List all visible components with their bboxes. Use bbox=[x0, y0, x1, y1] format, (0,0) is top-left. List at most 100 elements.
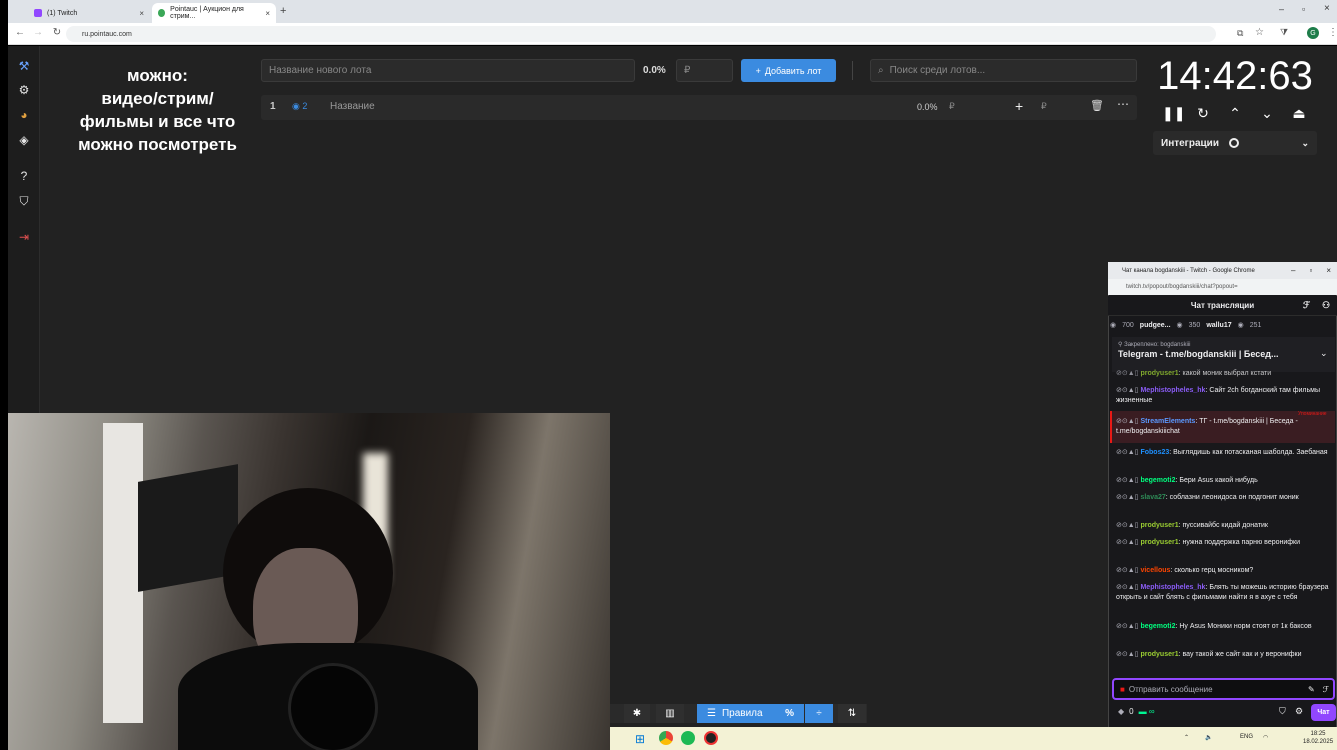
chat-user[interactable]: prodyuser1 bbox=[1140, 522, 1178, 529]
delete-trash-icon[interactable]: 🗑 bbox=[1090, 99, 1104, 112]
shield-icon[interactable]: ⛉ bbox=[1279, 706, 1286, 717]
chat-user[interactable]: slava27 bbox=[1140, 494, 1165, 501]
eject-up-icon[interactable]: ⏏ bbox=[1290, 105, 1308, 123]
sort-icon[interactable]: ⇅ bbox=[838, 704, 866, 723]
obs-icon[interactable] bbox=[704, 731, 718, 745]
chat-window-title-text: Чат канала bogdanskiii - Twitch - Google… bbox=[1122, 267, 1255, 274]
tray-chevron-icon[interactable]: ⌃ bbox=[1184, 734, 1189, 741]
currency-icon[interactable]: ₽ bbox=[1041, 101, 1047, 112]
chat-user[interactable]: begemoti2 bbox=[1140, 477, 1175, 484]
close-window-icon[interactable]: × bbox=[1324, 3, 1330, 14]
more-options-icon[interactable]: ⋯ bbox=[1117, 97, 1129, 111]
chat-input[interactable]: ■ Отправить сообщение ✎ ℱ bbox=[1112, 678, 1335, 700]
chevron-down-icon[interactable]: ⌄ bbox=[1301, 138, 1309, 149]
volume-icon[interactable]: 🔈 bbox=[1205, 734, 1212, 741]
maximize-icon[interactable]: ▫ bbox=[1302, 4, 1305, 14]
lot-name-input[interactable]: Название нового лота bbox=[261, 59, 635, 82]
chat-user[interactable]: prodyuser1 bbox=[1140, 539, 1178, 546]
gear-icon[interactable]: ⚙ bbox=[1295, 706, 1303, 717]
profile-avatar[interactable]: G bbox=[1307, 27, 1319, 39]
bug-icon[interactable]: ✱ bbox=[624, 704, 650, 723]
forward-icon[interactable]: → bbox=[31, 27, 45, 38]
mod-icons: ⊘⊙▲▯ bbox=[1116, 494, 1141, 501]
chat-user[interactable]: vicellous bbox=[1140, 567, 1170, 574]
chat-user[interactable]: Mephistopheles_hk bbox=[1140, 584, 1205, 591]
settings-gear-icon[interactable]: ⚙ bbox=[16, 82, 32, 98]
chat-user[interactable]: begemoti2 bbox=[1140, 623, 1175, 630]
logout-icon[interactable]: ⇥ bbox=[16, 229, 32, 245]
emote-icon[interactable]: ✎ bbox=[1308, 685, 1315, 694]
chat-text: нужна поддержка парню веронифки bbox=[1182, 539, 1301, 546]
windows-start-icon[interactable]: ⊞ bbox=[635, 732, 645, 746]
add-lot-button[interactable]: + Добавить лот bbox=[741, 59, 836, 82]
translate-icon[interactable]: ⧉ bbox=[1237, 28, 1243, 39]
channel-points[interactable]: ◆ 0 ▬ ∞ bbox=[1118, 707, 1155, 716]
chevron-down-icon[interactable]: ⌄ bbox=[1258, 105, 1276, 123]
pinned-label: Закреплено: bbox=[1124, 342, 1159, 348]
minimize-icon[interactable]: – bbox=[1291, 266, 1295, 275]
chat-header: Чат трансляции ℱ ⚇ bbox=[1108, 296, 1337, 316]
chrome-icon[interactable] bbox=[659, 731, 673, 745]
chat-user[interactable]: prodyuser1 bbox=[1140, 370, 1178, 377]
help-question-icon[interactable]: ? bbox=[16, 168, 32, 184]
points-value: 0 bbox=[1129, 707, 1134, 716]
chat-user[interactable]: StreamElements bbox=[1140, 418, 1195, 425]
chat-user[interactable]: Mephistopheles_hk bbox=[1140, 387, 1205, 394]
infinity-icon: ▬ ∞ bbox=[1138, 707, 1155, 716]
browser-menu-icon[interactable]: ⋮ bbox=[1328, 27, 1337, 38]
add-amount-icon[interactable]: + bbox=[1015, 98, 1023, 114]
chat-send-button[interactable]: Чат bbox=[1311, 704, 1336, 721]
search-icon: ⌕ bbox=[878, 65, 884, 76]
viewer-count: 251 bbox=[1249, 321, 1262, 329]
lot-search-input[interactable]: ⌕ Поиск среди лотов... bbox=[870, 59, 1137, 82]
wifi-icon[interactable]: ◠ bbox=[1263, 734, 1268, 741]
chat-user[interactable]: Fobos23 bbox=[1140, 449, 1169, 456]
pause-icon[interactable]: ❚❚ bbox=[1162, 105, 1185, 123]
language-indicator[interactable]: ENG bbox=[1240, 734, 1253, 740]
close-tab-icon[interactable]: × bbox=[265, 9, 270, 18]
sidebar: ⚒ ⚙ ◕ ◈ ? ⛉ ⇥ bbox=[8, 46, 40, 416]
lot-name[interactable]: Название bbox=[330, 101, 375, 112]
spotify-icon[interactable] bbox=[681, 731, 695, 745]
divide-icon[interactable]: ÷ bbox=[805, 704, 833, 723]
chat-header-title: Чат трансляции bbox=[1190, 301, 1255, 310]
close-icon[interactable]: × bbox=[1326, 266, 1331, 275]
close-tab-icon[interactable]: × bbox=[139, 9, 144, 18]
extensions-icon[interactable]: ⧩ bbox=[1280, 27, 1288, 38]
bits-icon[interactable]: ℱ bbox=[1323, 685, 1329, 694]
chat-message: ⊘⊙▲▯ begemoti2: Ну Asus Моники норм стоя… bbox=[1116, 623, 1312, 630]
chevron-up-icon[interactable]: ⌃ bbox=[1226, 105, 1244, 123]
pinned-text: Telegram - t.me/bogdanskiii | Бесед... bbox=[1118, 349, 1279, 359]
reset-icon[interactable]: ↻ bbox=[1194, 105, 1212, 123]
auction-hammer-icon[interactable]: ⚒ bbox=[16, 58, 32, 74]
back-icon[interactable]: ← bbox=[13, 27, 27, 38]
chat-url[interactable]: twitch.tv/popout/bogdanskiii/chat?popout… bbox=[1108, 279, 1337, 295]
translate-icon[interactable]: ℱ bbox=[1303, 300, 1310, 311]
shield-check-icon[interactable]: ⛉ bbox=[16, 193, 32, 209]
users-icon[interactable]: ⚇ bbox=[1322, 300, 1330, 311]
toggle-icon[interactable] bbox=[1228, 138, 1239, 148]
rules-button[interactable]: ☰ Правила % bbox=[697, 704, 804, 723]
lot-amount-input[interactable]: ₽ bbox=[676, 59, 733, 82]
url-field[interactable]: ru.pointauc.com bbox=[66, 26, 1216, 42]
new-tab-icon[interactable]: + bbox=[280, 5, 286, 17]
tab-twitch[interactable]: (1) Twitch × bbox=[28, 3, 150, 23]
chat-user[interactable]: prodyuser1 bbox=[1140, 651, 1178, 658]
pinned-message[interactable]: ⚲ Закреплено: bogdanskiii Telegram - t.m… bbox=[1112, 337, 1335, 372]
percent-icon[interactable]: % bbox=[785, 708, 794, 719]
maximize-icon[interactable]: ▫ bbox=[1309, 266, 1312, 275]
layers-icon[interactable]: ◈ bbox=[16, 132, 32, 148]
bookmark-star-icon[interactable]: ☆ bbox=[1255, 27, 1264, 38]
chat-message: ⊘⊙▲▯ Fobos23: Выглядишь как потасканая ш… bbox=[1116, 449, 1328, 456]
chat-viewer-stats: ◉ 700 pudgee... ◉ 350 wallu17 ◉ 251 bbox=[1110, 318, 1335, 332]
tab-pointauc[interactable]: Pointauc | Аукцион для стрим... × bbox=[152, 3, 276, 23]
chat-message: ⊘⊙▲▯ prodyuser1: какой моник выбрал кста… bbox=[1116, 370, 1272, 377]
clock[interactable]: 18:25 18.02.2025 bbox=[1303, 730, 1333, 746]
wheel-pie-icon[interactable]: ◕ bbox=[16, 107, 32, 123]
chevron-down-icon[interactable]: ⌄ bbox=[1320, 348, 1328, 359]
reload-icon[interactable]: ↻ bbox=[50, 27, 64, 38]
trash-list-icon[interactable]: ▥ bbox=[656, 704, 684, 723]
lot-percent: 0.0% bbox=[643, 65, 666, 76]
minimize-icon[interactable]: – bbox=[1279, 4, 1284, 14]
integrations-panel[interactable]: Интеграции ⌄ bbox=[1153, 131, 1317, 155]
